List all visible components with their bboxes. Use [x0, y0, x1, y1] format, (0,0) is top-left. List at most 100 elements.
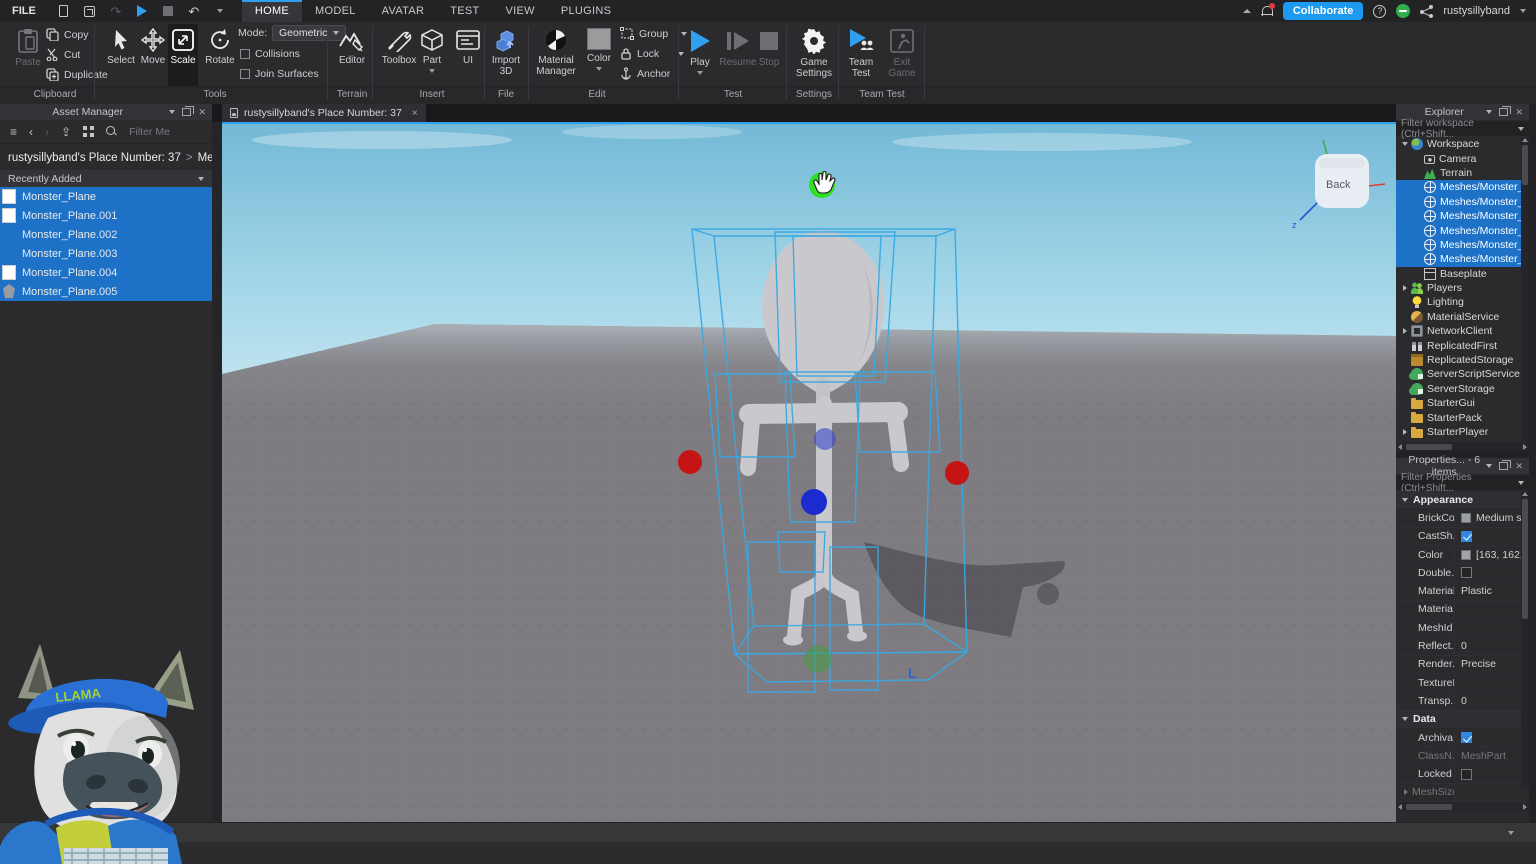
help-icon[interactable]: ?	[1373, 5, 1386, 18]
play-icon[interactable]	[134, 3, 150, 19]
checkbox-unchecked-icon[interactable]	[1461, 567, 1472, 578]
explorer-node-meshes-monster-[interactable]: Meshes/Monster_	[1396, 195, 1529, 209]
rotate-tool-button[interactable]: Rotate	[200, 28, 240, 66]
property-row-render[interactable]: Render...Precise	[1396, 656, 1529, 674]
join-surfaces-checkbox[interactable]: Join Surfaces	[240, 68, 319, 80]
terrain-editor-button[interactable]: Editor	[330, 28, 374, 66]
open-file-icon[interactable]	[82, 3, 98, 19]
team-test-button[interactable]: Team Test	[840, 28, 882, 79]
game-settings-button[interactable]: Game Settings	[790, 28, 838, 79]
property-value[interactable]	[1454, 528, 1529, 545]
scale-handle-front-blue[interactable]	[801, 489, 827, 515]
explorer-node-meshes-monster-[interactable]: Meshes/Monster_	[1396, 209, 1529, 223]
properties-menu-caret-icon[interactable]	[1486, 464, 1492, 468]
property-row-textureid[interactable]: TextureID	[1396, 674, 1529, 692]
user-menu-caret-icon[interactable]	[1520, 9, 1526, 13]
breadcrumb[interactable]: rustysillyband's Place Number: 37>Mes	[0, 144, 212, 170]
property-value[interactable]	[1454, 601, 1529, 618]
explorer-node-serverstorage[interactable]: ServerStorage	[1396, 382, 1529, 396]
notifications-bell-icon[interactable]	[1261, 5, 1273, 18]
ui-button[interactable]: UI	[452, 28, 484, 66]
properties-close-icon[interactable]: ✕	[1515, 461, 1523, 472]
tab-plugins[interactable]: PLUGINS	[548, 0, 624, 22]
explorer-node-networkclient[interactable]: NetworkClient	[1396, 324, 1529, 338]
explorer-node-players[interactable]: Players	[1396, 281, 1529, 295]
explorer-node-meshes-monster-[interactable]: Meshes/Monster_	[1396, 252, 1529, 266]
asset-list-item[interactable]: Monster_Plane	[0, 187, 212, 206]
copy-button[interactable]: Copy	[46, 28, 89, 41]
property-value[interactable]: Medium sto	[1454, 509, 1529, 526]
explorer-menu-caret-icon[interactable]	[1486, 110, 1492, 114]
presence-status-icon[interactable]	[1396, 4, 1410, 18]
explorer-node-meshes-monster-[interactable]: Meshes/Monster_	[1396, 223, 1529, 237]
section-caret-icon[interactable]	[1402, 498, 1408, 502]
explorer-node-baseplate[interactable]: Baseplate	[1396, 267, 1529, 281]
play-button[interactable]: Play	[682, 28, 718, 75]
checkbox-unchecked-icon[interactable]	[1461, 769, 1472, 780]
file-menu[interactable]: FILE	[0, 0, 48, 22]
upload-icon[interactable]: ⇪	[61, 126, 71, 138]
asset-list-item[interactable]: Monster_Plane.004	[0, 263, 212, 282]
explorer-node-camera[interactable]: Camera	[1396, 151, 1529, 165]
property-row-castsh[interactable]: CastSh...	[1396, 528, 1529, 546]
properties-vscrollbar[interactable]	[1521, 491, 1529, 788]
tab-home[interactable]: HOME	[242, 0, 302, 22]
properties-section-data[interactable]: Data	[1396, 711, 1529, 729]
explorer-node-startergui[interactable]: StarterGui	[1396, 396, 1529, 410]
explorer-node-starterpack[interactable]: StarterPack	[1396, 410, 1529, 424]
properties-hscrollbar[interactable]	[1396, 802, 1529, 811]
collisions-checkbox[interactable]: Collisions	[240, 48, 300, 60]
property-value[interactable]: MeshPart	[1454, 747, 1529, 764]
properties-section-appearance[interactable]: Appearance	[1396, 491, 1529, 509]
tab-model[interactable]: MODEL	[302, 0, 369, 22]
property-value[interactable]: 0	[1454, 692, 1529, 709]
tab-view[interactable]: VIEW	[493, 0, 548, 22]
collapse-ribbon-icon[interactable]	[1243, 9, 1251, 13]
undo-icon[interactable]: ↶	[186, 3, 202, 19]
color-dropdown-caret-icon[interactable]	[596, 67, 602, 71]
material-manager-button[interactable]: Material Manager	[532, 28, 580, 77]
float-panel-icon[interactable]	[182, 108, 191, 116]
import-3d-button[interactable]: Import 3D	[486, 28, 526, 77]
explorer-float-icon[interactable]	[1499, 108, 1508, 116]
collaborate-button[interactable]: Collaborate	[1283, 2, 1364, 20]
checkbox-checked-icon[interactable]	[1461, 531, 1472, 542]
scale-tool-button[interactable]: Scale	[166, 28, 200, 66]
property-value[interactable]	[1454, 765, 1529, 782]
section-caret-icon[interactable]	[1402, 717, 1408, 721]
property-value[interactable]	[1454, 619, 1529, 636]
tab-test[interactable]: TEST	[437, 0, 492, 22]
explorer-node-replicatedstorage[interactable]: ReplicatedStorage	[1396, 353, 1529, 367]
property-value[interactable]	[1454, 784, 1529, 801]
status-caret-icon[interactable]	[1508, 831, 1514, 835]
collapse-caret-icon[interactable]	[1403, 429, 1407, 435]
properties-filter-input[interactable]: Filter Properties (Ctrl+Shift...	[1396, 475, 1529, 490]
panel-menu-caret-icon[interactable]	[169, 110, 175, 114]
color-swatch[interactable]	[587, 28, 611, 50]
property-row-archiva[interactable]: Archiva...	[1396, 729, 1529, 747]
explorer-vscrollbar[interactable]	[1521, 137, 1529, 442]
explorer-node-terrain[interactable]: Terrain	[1396, 166, 1529, 180]
property-value[interactable]: 0	[1454, 637, 1529, 654]
property-row-material[interactable]: MaterialPlastic	[1396, 582, 1529, 600]
part-button[interactable]: Part	[414, 28, 450, 73]
redo-icon[interactable]: ↷	[108, 3, 124, 19]
explorer-node-materialservice[interactable]: MaterialService	[1396, 310, 1529, 324]
duplicate-button[interactable]: Duplicate	[46, 68, 108, 81]
checkbox-checked-icon[interactable]	[1461, 732, 1472, 743]
grid-view-icon[interactable]	[83, 126, 94, 137]
scale-handle-back-blue[interactable]	[814, 428, 836, 450]
cut-button[interactable]: Cut	[46, 48, 80, 61]
explorer-filter-input[interactable]: Filter workspace (Ctrl+Shift...	[1396, 121, 1529, 136]
explorer-close-icon[interactable]: ✕	[1515, 107, 1523, 118]
property-row-classn[interactable]: ClassN...MeshPart	[1396, 747, 1529, 765]
viewport-3d[interactable]: L Back z	[222, 122, 1396, 820]
tab-avatar[interactable]: AVATAR	[369, 0, 438, 22]
property-row-meshid[interactable]: MeshId	[1396, 619, 1529, 637]
property-row-locked[interactable]: Locked	[1396, 765, 1529, 783]
property-row-brickco[interactable]: BrickCo...Medium sto	[1396, 509, 1529, 527]
property-row-color[interactable]: Color[163, 162, 1	[1396, 546, 1529, 564]
anchor-button[interactable]: Anchor	[620, 67, 670, 80]
properties-float-icon[interactable]	[1499, 462, 1508, 470]
asset-list-item[interactable]: Monster_Plane.002	[0, 225, 212, 244]
